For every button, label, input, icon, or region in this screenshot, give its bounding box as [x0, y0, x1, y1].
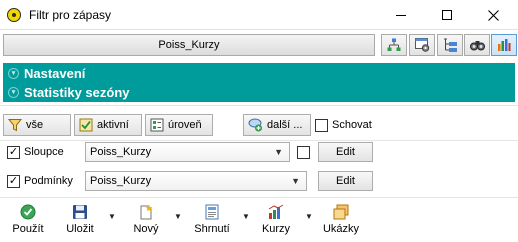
chevron-down-icon: ▼ — [274, 147, 283, 157]
summary-dropdown-icon[interactable]: ▼ — [242, 212, 250, 221]
samples-button[interactable]: Ukázky — [319, 204, 363, 235]
divider — [0, 197, 518, 198]
minimize-icon — [396, 14, 406, 16]
more-button[interactable]: další ... — [243, 114, 311, 136]
columns-extra-checkbox[interactable] — [297, 146, 310, 159]
new-label: Nový — [133, 223, 159, 235]
hide-label: Schovat — [332, 119, 372, 131]
conditions-edit-button[interactable]: Edit — [318, 171, 373, 191]
new-document-icon — [140, 204, 153, 220]
gear-window-icon — [414, 38, 429, 52]
samples-label: Ukázky — [322, 223, 360, 235]
level-button[interactable]: úroveň — [145, 114, 213, 136]
org-chart-icon — [387, 38, 401, 51]
divider — [0, 105, 518, 106]
columns-checkbox[interactable]: ✓ — [7, 146, 20, 159]
odds-button[interactable]: Kurzy — [256, 204, 296, 235]
maximize-button[interactable] — [424, 0, 470, 30]
all-button-label: vše — [26, 119, 44, 131]
summary-button[interactable]: Shrnutí — [188, 204, 236, 235]
all-button[interactable]: vše — [3, 114, 71, 136]
columns-select-value: Poiss_Kurzy — [90, 146, 152, 158]
app-icon — [7, 8, 21, 22]
check-circle-icon — [20, 204, 36, 220]
maximize-icon — [442, 10, 452, 20]
window-title: Filtr pro zápasy — [29, 8, 112, 22]
tree-button[interactable] — [437, 34, 463, 56]
save-label: Uložit — [66, 223, 94, 235]
use-button[interactable]: Použít — [8, 204, 48, 235]
expand-icon: ▾ — [8, 86, 19, 98]
use-label: Použít — [12, 223, 44, 235]
section-settings[interactable]: ▾ Nastavení — [3, 63, 515, 83]
structure-button[interactable] — [381, 34, 407, 56]
odds-label: Kurzy — [261, 223, 291, 235]
section-season-stats-label: Statistiky sezóny — [24, 84, 130, 100]
section-season-stats[interactable]: ▾ Statistiky sezóny — [3, 82, 515, 102]
conditions-checkbox[interactable]: ✓ — [7, 175, 20, 188]
bar-chart-icon — [498, 39, 511, 51]
conditions-label: Podmínky — [24, 175, 73, 187]
new-dropdown-icon[interactable]: ▼ — [174, 212, 182, 221]
level-button-label: úroveň — [168, 119, 202, 131]
samples-icon — [333, 204, 349, 220]
conditions-select-value: Poiss_Kurzy — [90, 175, 152, 187]
checklist-icon — [79, 118, 93, 132]
conditions-select[interactable]: Poiss_Kurzy ▼ — [85, 171, 307, 191]
level-icon — [150, 118, 164, 132]
odds-dropdown-icon[interactable]: ▼ — [305, 212, 313, 221]
filter-name-button[interactable]: Poiss_Kurzy — [3, 34, 375, 56]
search-button[interactable] — [464, 34, 490, 56]
divider — [0, 140, 518, 141]
save-button[interactable]: Uložit — [60, 204, 100, 235]
chevron-down-icon: ▼ — [291, 176, 300, 186]
columns-label: Sloupce — [24, 146, 64, 158]
save-dropdown-icon[interactable]: ▼ — [108, 212, 116, 221]
columns-edit-button[interactable]: Edit — [318, 142, 373, 162]
summary-icon — [205, 204, 219, 220]
odds-chart-icon — [268, 204, 284, 219]
active-button[interactable]: aktivní — [74, 114, 142, 136]
funnel-icon — [8, 119, 22, 132]
binoculars-icon — [469, 41, 485, 51]
active-button-label: aktivní — [97, 119, 129, 131]
expand-icon: ▾ — [8, 67, 19, 79]
new-button[interactable]: Nový — [126, 204, 166, 235]
close-icon — [487, 9, 499, 21]
add-filter-icon — [248, 118, 262, 132]
settings-button[interactable] — [409, 34, 435, 56]
columns-select[interactable]: Poiss_Kurzy ▼ — [85, 142, 290, 162]
close-button[interactable] — [470, 0, 516, 30]
floppy-disk-icon — [73, 205, 87, 219]
minimize-button[interactable] — [378, 0, 424, 30]
tree-view-icon — [443, 38, 457, 52]
section-settings-label: Nastavení — [24, 65, 86, 81]
chart-button[interactable] — [491, 34, 517, 56]
hide-checkbox[interactable] — [315, 119, 328, 132]
more-button-label: další ... — [267, 119, 303, 131]
summary-label: Shrnutí — [194, 223, 230, 235]
